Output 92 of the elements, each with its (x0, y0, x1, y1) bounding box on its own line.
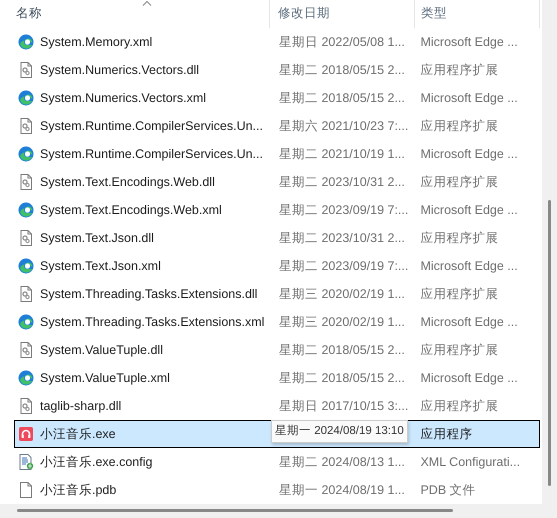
scrollbar-thumb[interactable] (548, 200, 551, 486)
file-name: System.ValueTuple.xml (40, 370, 170, 387)
modified-date: 星期日 2022/05/08 1... (279, 34, 405, 49)
modified-date: 星期二 2018/05/15 2... (279, 62, 405, 77)
file-row[interactable]: System.Threading.Tasks.Extensions.xml 星期三 2020/02/19 1... Microsoft Edge ... (14, 308, 540, 336)
file-row[interactable]: System.Text.Json.xml 星期二 2023/09/19 7:... Microsoft Edge ... (14, 252, 540, 280)
file-name: System.Text.Json.dll (40, 230, 154, 247)
modified-date: 星期三 2020/02/19 1... (279, 314, 405, 329)
modified-date: 星期二 2018/05/15 2... (279, 342, 405, 357)
file-row[interactable]: System.Threading.Tasks.Extensions.dll 星期三 2020/02/19 1... 应用程序扩展 (14, 280, 540, 308)
file-name: 小汪音乐.pdb (40, 482, 116, 499)
file-name: System.Text.Json.xml (40, 258, 161, 275)
file-name: System.ValueTuple.dll (40, 342, 163, 359)
file-row[interactable]: System.Numerics.Vectors.dll 星期二 2018/05/15 2... 应用程序扩展 (14, 56, 540, 84)
file-row[interactable]: System.ValueTuple.dll 星期二 2018/05/15 2... 应用程序扩展 (14, 336, 540, 364)
horizontal-scrollbar[interactable] (0, 504, 542, 518)
file-name: 小汪音乐.exe (40, 426, 116, 443)
modified-date: 星期二 2023/09/19 7:... (279, 202, 408, 217)
file-name: System.Numerics.Vectors.xml (40, 90, 206, 107)
app-icon (18, 426, 34, 442)
edge-icon (18, 258, 34, 274)
dll-file-icon (18, 342, 34, 358)
file-type: Microsoft Edge ... (420, 146, 518, 161)
file-row[interactable]: System.Numerics.Vectors.xml 星期二 2018/05/15 2... Microsoft Edge ... (14, 84, 540, 112)
edge-icon (18, 314, 34, 330)
file-name: System.Runtime.CompilerServices.Un... (40, 146, 263, 163)
config-file-icon (18, 454, 34, 470)
file-row[interactable]: System.Memory.xml 星期日 2022/05/08 1... Microsoft Edge ... (14, 28, 540, 56)
file-type: Microsoft Edge ... (420, 314, 518, 329)
modified-date: 星期二 2018/05/15 2... (279, 370, 405, 385)
modified-date: 星期二 2023/10/31 2... (279, 174, 405, 189)
file-row[interactable]: 小汪音乐.pdb 星期一 2024/08/19 1... PDB 文件 (14, 476, 540, 504)
dll-file-icon (18, 174, 34, 190)
file-type: XML Configurati... (420, 454, 520, 469)
column-header[interactable]: 类型 (415, 0, 540, 28)
file-type: Microsoft Edge ... (420, 370, 518, 385)
file-type: 应用程序扩展 (420, 342, 498, 357)
tooltip: 星期一 2024/08/19 13:10 (271, 420, 408, 444)
modified-date: 星期六 2021/10/23 7:... (279, 118, 408, 133)
file-type: Microsoft Edge ... (420, 34, 518, 49)
edge-icon (18, 34, 34, 50)
sort-caret-icon (142, 0, 152, 6)
file-row[interactable]: 小汪音乐.exe.config 星期二 2024/08/13 1... XML Configurati... (14, 448, 540, 476)
modified-date: 星期三 2020/02/19 1... (279, 286, 405, 301)
modified-date: 星期一 2024/08/19 1... (279, 482, 405, 497)
modified-date: 星期二 2023/09/19 7:... (279, 258, 408, 273)
file-type: Microsoft Edge ... (420, 90, 518, 105)
dll-file-icon (18, 118, 34, 134)
edge-icon (18, 370, 34, 386)
dll-file-icon (18, 286, 34, 302)
modified-date: 星期二 2024/08/13 1... (279, 454, 405, 469)
file-name: System.Text.Encodings.Web.dll (40, 174, 215, 191)
modified-date: 星期二 2018/05/15 2... (279, 90, 405, 105)
file-type: 应用程序扩展 (420, 118, 498, 133)
file-name: System.Runtime.CompilerServices.Un... (40, 118, 263, 135)
file-type: 应用程序 (420, 426, 472, 441)
file-name: 小汪音乐.exe.config (40, 454, 152, 471)
file-type: 应用程序扩展 (420, 174, 498, 189)
file-row[interactable]: taglib-sharp.dll 星期日 2017/10/15 3:... 应用程序扩展 (14, 392, 540, 420)
edge-icon (18, 202, 34, 218)
file-row[interactable]: System.Runtime.CompilerServices.Un... 星期二 2021/10/19 1... Microsoft Edge ... (14, 140, 540, 168)
file-name: System.Text.Encodings.Web.xml (40, 202, 222, 219)
file-row[interactable]: System.ValueTuple.xml 星期二 2018/05/15 2... Microsoft Edge ... (14, 364, 540, 392)
vertical-scrollbar[interactable] (542, 0, 557, 518)
file-type: Microsoft Edge ... (420, 202, 518, 217)
edge-icon (18, 146, 34, 162)
file-row[interactable]: System.Text.Json.dll 星期二 2023/10/31 2... 应用程序扩展 (14, 224, 540, 252)
dll-file-icon (18, 398, 34, 414)
dll-file-icon (18, 62, 34, 78)
file-type: 应用程序扩展 (420, 398, 498, 413)
file-name: System.Numerics.Vectors.dll (40, 62, 200, 79)
file-type: 应用程序扩展 (420, 62, 498, 77)
file-name: System.Threading.Tasks.Extensions.xml (40, 314, 264, 331)
file-type: 应用程序扩展 (420, 286, 498, 301)
file-row[interactable]: System.Text.Encodings.Web.dll 星期二 2023/10/31 2... 应用程序扩展 (14, 168, 540, 196)
modified-date: 星期日 2017/10/15 3:... (279, 398, 408, 413)
file-type: PDB 文件 (420, 482, 476, 497)
file-type: Microsoft Edge ... (420, 258, 518, 273)
dll-file-icon (18, 230, 34, 246)
modified-date: 星期二 2023/10/31 2... (279, 230, 405, 245)
blank-file-icon (18, 482, 34, 498)
column-header[interactable]: 修改日期 (270, 0, 415, 28)
file-row[interactable]: System.Runtime.CompilerServices.Un... 星期六 2021/10/23 7:... 应用程序扩展 (14, 112, 540, 140)
edge-icon (18, 90, 34, 106)
modified-date: 星期二 2021/10/19 1... (279, 146, 405, 161)
file-name: System.Threading.Tasks.Extensions.dll (40, 286, 258, 303)
file-row[interactable]: System.Text.Encodings.Web.xml 星期二 2023/09/19 7:... Microsoft Edge ... (14, 196, 540, 224)
file-name: taglib-sharp.dll (40, 398, 122, 415)
file-type: 应用程序扩展 (420, 230, 498, 245)
column-header[interactable]: 名称 (0, 0, 270, 28)
file-name: System.Memory.xml (40, 34, 152, 51)
scrollbar-thumb[interactable] (17, 509, 453, 512)
